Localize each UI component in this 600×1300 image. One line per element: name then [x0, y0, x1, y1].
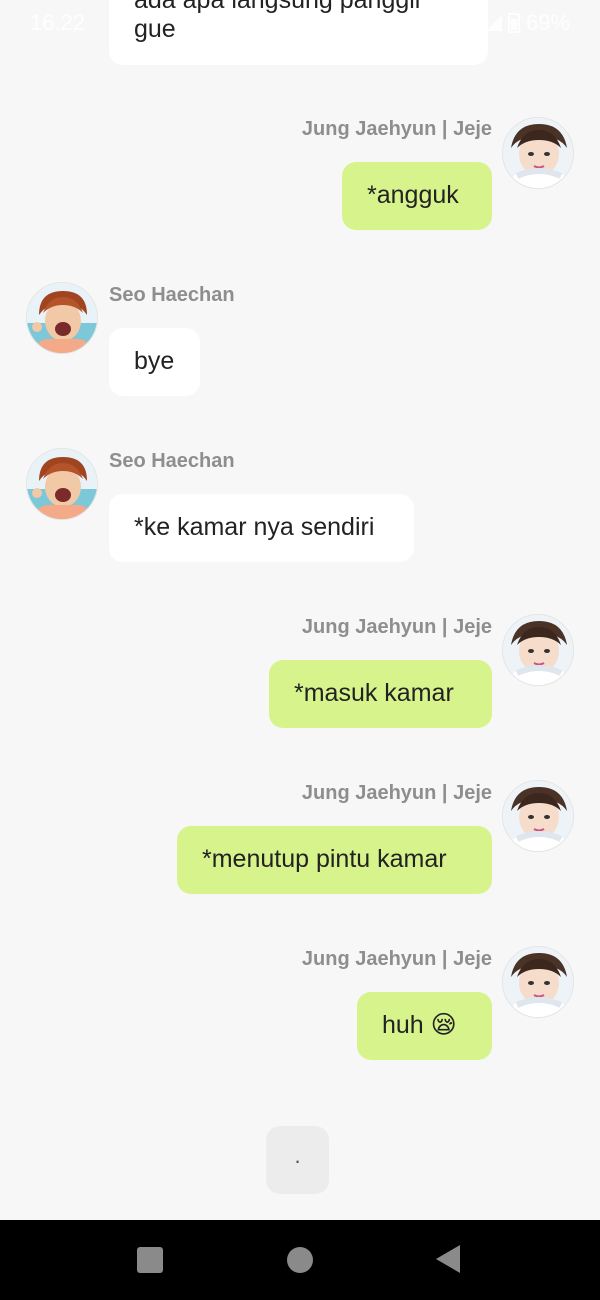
- sender-name: Jung Jaehyun | Jeje: [301, 118, 492, 140]
- avatar-jaehyun-image: [503, 947, 573, 1017]
- message-bubble[interactable]: *masuk kamar: [269, 660, 492, 728]
- battery-icon: [507, 13, 520, 33]
- avatar-haechan-image: [27, 283, 97, 353]
- avatar-jaehyun[interactable]: [502, 117, 574, 189]
- message-bubble[interactable]: huh 😪: [357, 992, 492, 1060]
- message-text: *angguk: [367, 181, 459, 209]
- status-time: 16.22: [30, 10, 86, 35]
- battery-percent: 69%: [525, 10, 570, 35]
- avatar-jaehyun-image: [503, 781, 573, 851]
- avatar-jaehyun[interactable]: [502, 780, 574, 852]
- status-bar: 16.22 69%: [0, 0, 600, 44]
- avatar-jaehyun-image: [503, 118, 573, 188]
- avatar-jaehyun[interactable]: [502, 946, 574, 1018]
- message-text: *menutup pintu kamar: [202, 845, 447, 873]
- message-text: *ke kamar nya sendiri: [134, 513, 375, 541]
- avatar-jaehyun[interactable]: [502, 614, 574, 686]
- sender-name: Jung Jaehyun | Jeje: [301, 782, 492, 804]
- triangle-back-icon[interactable]: [436, 1245, 460, 1273]
- message-text: bye: [134, 347, 175, 375]
- chat-thread[interactable]: ada apa langsung panggil gue Jung Jaehyu…: [0, 0, 600, 1220]
- square-icon[interactable]: [137, 1247, 163, 1273]
- message-text: huh 😪: [382, 1011, 457, 1039]
- navigation-bar: [0, 1220, 600, 1300]
- message-bubble[interactable]: *angguk: [342, 162, 492, 230]
- sender-name: Jung Jaehyun | Jeje: [301, 948, 492, 970]
- avatar-haechan[interactable]: [26, 448, 98, 520]
- status-icons: 69%: [485, 10, 570, 36]
- avatar-jaehyun-image: [503, 615, 573, 685]
- sender-name: Seo Haechan: [109, 450, 235, 472]
- sender-name: Jung Jaehyun | Jeje: [301, 616, 492, 638]
- message-bubble[interactable]: *menutup pintu kamar: [177, 826, 492, 894]
- avatar-haechan[interactable]: [26, 282, 98, 354]
- typing-indicator: .: [266, 1126, 329, 1194]
- message-bubble[interactable]: *ke kamar nya sendiri: [109, 494, 414, 562]
- message-bubble[interactable]: bye: [109, 328, 200, 396]
- circle-icon[interactable]: [287, 1247, 313, 1273]
- avatar-haechan-image: [27, 449, 97, 519]
- message-text: *masuk kamar: [294, 679, 454, 707]
- signal-icon: [485, 15, 502, 31]
- sender-name: Seo Haechan: [109, 284, 235, 306]
